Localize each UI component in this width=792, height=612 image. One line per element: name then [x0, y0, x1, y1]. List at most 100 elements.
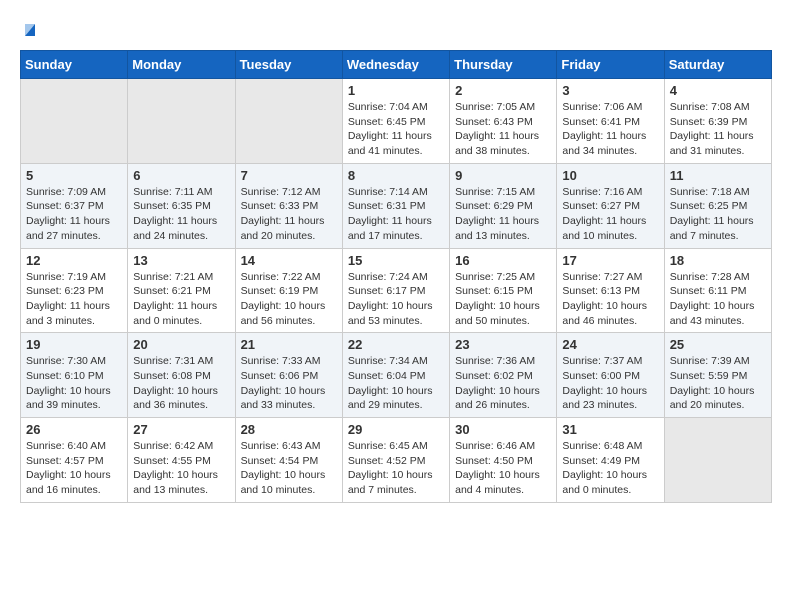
- day-number: 21: [241, 337, 337, 352]
- calendar-cell: [664, 418, 771, 503]
- day-info: Sunrise: 7:15 AM Sunset: 6:29 PM Dayligh…: [455, 185, 551, 244]
- day-info: Sunrise: 7:05 AM Sunset: 6:43 PM Dayligh…: [455, 100, 551, 159]
- day-number: 31: [562, 422, 658, 437]
- day-info: Sunrise: 7:24 AM Sunset: 6:17 PM Dayligh…: [348, 270, 444, 329]
- weekday-header-saturday: Saturday: [664, 51, 771, 79]
- day-info: Sunrise: 7:39 AM Sunset: 5:59 PM Dayligh…: [670, 354, 766, 413]
- day-number: 16: [455, 253, 551, 268]
- calendar-cell: 16 Sunrise: 7:25 AM Sunset: 6:15 PM Dayli…: [450, 248, 557, 333]
- day-info: Sunrise: 7:21 AM Sunset: 6:21 PM Dayligh…: [133, 270, 229, 329]
- day-number: 9: [455, 168, 551, 183]
- calendar-cell: 12 Sunrise: 7:19 AM Sunset: 6:23 PM Dayli…: [21, 248, 128, 333]
- weekday-header-monday: Monday: [128, 51, 235, 79]
- calendar-cell: 26 Sunrise: 6:40 AM Sunset: 4:57 PM Dayli…: [21, 418, 128, 503]
- weekday-header-row: SundayMondayTuesdayWednesdayThursdayFrid…: [21, 51, 772, 79]
- day-info: Sunrise: 6:45 AM Sunset: 4:52 PM Dayligh…: [348, 439, 444, 498]
- day-info: Sunrise: 7:16 AM Sunset: 6:27 PM Dayligh…: [562, 185, 658, 244]
- calendar-cell: 7 Sunrise: 7:12 AM Sunset: 6:33 PM Daylig…: [235, 163, 342, 248]
- day-info: Sunrise: 6:43 AM Sunset: 4:54 PM Dayligh…: [241, 439, 337, 498]
- day-info: Sunrise: 7:36 AM Sunset: 6:02 PM Dayligh…: [455, 354, 551, 413]
- day-number: 18: [670, 253, 766, 268]
- calendar-week-4: 19Sunrise: 7:30 AM Sunset: 6:10 PM Dayli…: [21, 333, 772, 418]
- day-info: Sunrise: 7:14 AM Sunset: 6:31 PM Dayligh…: [348, 185, 444, 244]
- day-number: 6: [133, 168, 229, 183]
- calendar-week-2: 5Sunrise: 7:09 AM Sunset: 6:37 PM Daylig…: [21, 163, 772, 248]
- day-number: 25: [670, 337, 766, 352]
- calendar-cell: 28 Sunrise: 6:43 AM Sunset: 4:54 PM Dayli…: [235, 418, 342, 503]
- day-number: 10: [562, 168, 658, 183]
- day-number: 11: [670, 168, 766, 183]
- day-info: Sunrise: 7:28 AM Sunset: 6:11 PM Dayligh…: [670, 270, 766, 329]
- calendar-week-3: 12 Sunrise: 7:19 AM Sunset: 6:23 PM Dayli…: [21, 248, 772, 333]
- calendar-cell: 8 Sunrise: 7:14 AM Sunset: 6:31 PM Daylig…: [342, 163, 449, 248]
- calendar-cell: 23Sunrise: 7:36 AM Sunset: 6:02 PM Dayli…: [450, 333, 557, 418]
- day-info: Sunrise: 6:40 AM Sunset: 4:57 PM Dayligh…: [26, 439, 122, 498]
- calendar-cell: 25 Sunrise: 7:39 AM Sunset: 5:59 PM Dayli…: [664, 333, 771, 418]
- day-info: Sunrise: 7:11 AM Sunset: 6:35 PM Dayligh…: [133, 185, 229, 244]
- day-info: Sunrise: 6:42 AM Sunset: 4:55 PM Dayligh…: [133, 439, 229, 498]
- page-header: [20, 20, 772, 40]
- calendar-cell: 31 Sunrise: 6:48 AM Sunset: 4:49 PM Dayli…: [557, 418, 664, 503]
- day-number: 26: [26, 422, 122, 437]
- calendar-cell: 1Sunrise: 7:04 AM Sunset: 6:45 PM Daylig…: [342, 79, 449, 164]
- logo-icon: [21, 20, 39, 38]
- day-info: Sunrise: 7:27 AM Sunset: 6:13 PM Dayligh…: [562, 270, 658, 329]
- day-number: 7: [241, 168, 337, 183]
- day-number: 15: [348, 253, 444, 268]
- calendar-cell: 2 Sunrise: 7:05 AM Sunset: 6:43 PM Daylig…: [450, 79, 557, 164]
- calendar-cell: 5Sunrise: 7:09 AM Sunset: 6:37 PM Daylig…: [21, 163, 128, 248]
- day-info: Sunrise: 7:09 AM Sunset: 6:37 PM Dayligh…: [26, 185, 122, 244]
- calendar-cell: 11 Sunrise: 7:18 AM Sunset: 6:25 PM Dayli…: [664, 163, 771, 248]
- weekday-header-friday: Friday: [557, 51, 664, 79]
- day-info: Sunrise: 7:19 AM Sunset: 6:23 PM Dayligh…: [26, 270, 122, 329]
- day-info: Sunrise: 7:04 AM Sunset: 6:45 PM Dayligh…: [348, 100, 444, 159]
- calendar-cell: 24Sunrise: 7:37 AM Sunset: 6:00 PM Dayli…: [557, 333, 664, 418]
- day-info: Sunrise: 7:22 AM Sunset: 6:19 PM Dayligh…: [241, 270, 337, 329]
- calendar-cell: 22 Sunrise: 7:34 AM Sunset: 6:04 PM Dayli…: [342, 333, 449, 418]
- day-info: Sunrise: 7:06 AM Sunset: 6:41 PM Dayligh…: [562, 100, 658, 159]
- calendar-cell: 6 Sunrise: 7:11 AM Sunset: 6:35 PM Daylig…: [128, 163, 235, 248]
- day-number: 12: [26, 253, 122, 268]
- calendar-cell: 14 Sunrise: 7:22 AM Sunset: 6:19 PM Dayli…: [235, 248, 342, 333]
- day-number: 14: [241, 253, 337, 268]
- calendar-cell: [235, 79, 342, 164]
- day-number: 27: [133, 422, 229, 437]
- day-number: 17: [562, 253, 658, 268]
- day-info: Sunrise: 6:48 AM Sunset: 4:49 PM Dayligh…: [562, 439, 658, 498]
- weekday-header-thursday: Thursday: [450, 51, 557, 79]
- day-number: 2: [455, 83, 551, 98]
- day-info: Sunrise: 7:18 AM Sunset: 6:25 PM Dayligh…: [670, 185, 766, 244]
- calendar-week-1: 1Sunrise: 7:04 AM Sunset: 6:45 PM Daylig…: [21, 79, 772, 164]
- calendar-cell: 15 Sunrise: 7:24 AM Sunset: 6:17 PM Dayli…: [342, 248, 449, 333]
- calendar-table: SundayMondayTuesdayWednesdayThursdayFrid…: [20, 50, 772, 503]
- calendar-cell: 3Sunrise: 7:06 AM Sunset: 6:41 PM Daylig…: [557, 79, 664, 164]
- calendar-week-5: 26 Sunrise: 6:40 AM Sunset: 4:57 PM Dayli…: [21, 418, 772, 503]
- calendar-cell: 21Sunrise: 7:33 AM Sunset: 6:06 PM Dayli…: [235, 333, 342, 418]
- calendar-cell: 27 Sunrise: 6:42 AM Sunset: 4:55 PM Dayli…: [128, 418, 235, 503]
- day-info: Sunrise: 7:37 AM Sunset: 6:00 PM Dayligh…: [562, 354, 658, 413]
- day-info: Sunrise: 7:30 AM Sunset: 6:10 PM Dayligh…: [26, 354, 122, 413]
- weekday-header-sunday: Sunday: [21, 51, 128, 79]
- calendar-cell: [21, 79, 128, 164]
- calendar-cell: [128, 79, 235, 164]
- day-info: Sunrise: 6:46 AM Sunset: 4:50 PM Dayligh…: [455, 439, 551, 498]
- day-number: 28: [241, 422, 337, 437]
- day-info: Sunrise: 7:08 AM Sunset: 6:39 PM Dayligh…: [670, 100, 766, 159]
- calendar-cell: 18 Sunrise: 7:28 AM Sunset: 6:11 PM Dayli…: [664, 248, 771, 333]
- calendar-cell: 30 Sunrise: 6:46 AM Sunset: 4:50 PM Dayli…: [450, 418, 557, 503]
- weekday-header-tuesday: Tuesday: [235, 51, 342, 79]
- calendar-cell: 13 Sunrise: 7:21 AM Sunset: 6:21 PM Dayli…: [128, 248, 235, 333]
- day-number: 20: [133, 337, 229, 352]
- logo: [20, 20, 39, 40]
- day-info: Sunrise: 7:34 AM Sunset: 6:04 PM Dayligh…: [348, 354, 444, 413]
- day-number: 8: [348, 168, 444, 183]
- calendar-cell: 17 Sunrise: 7:27 AM Sunset: 6:13 PM Dayli…: [557, 248, 664, 333]
- day-number: 22: [348, 337, 444, 352]
- calendar-cell: 4Sunrise: 7:08 AM Sunset: 6:39 PM Daylig…: [664, 79, 771, 164]
- day-number: 13: [133, 253, 229, 268]
- day-info: Sunrise: 7:25 AM Sunset: 6:15 PM Dayligh…: [455, 270, 551, 329]
- weekday-header-wednesday: Wednesday: [342, 51, 449, 79]
- day-info: Sunrise: 7:12 AM Sunset: 6:33 PM Dayligh…: [241, 185, 337, 244]
- day-number: 30: [455, 422, 551, 437]
- day-number: 29: [348, 422, 444, 437]
